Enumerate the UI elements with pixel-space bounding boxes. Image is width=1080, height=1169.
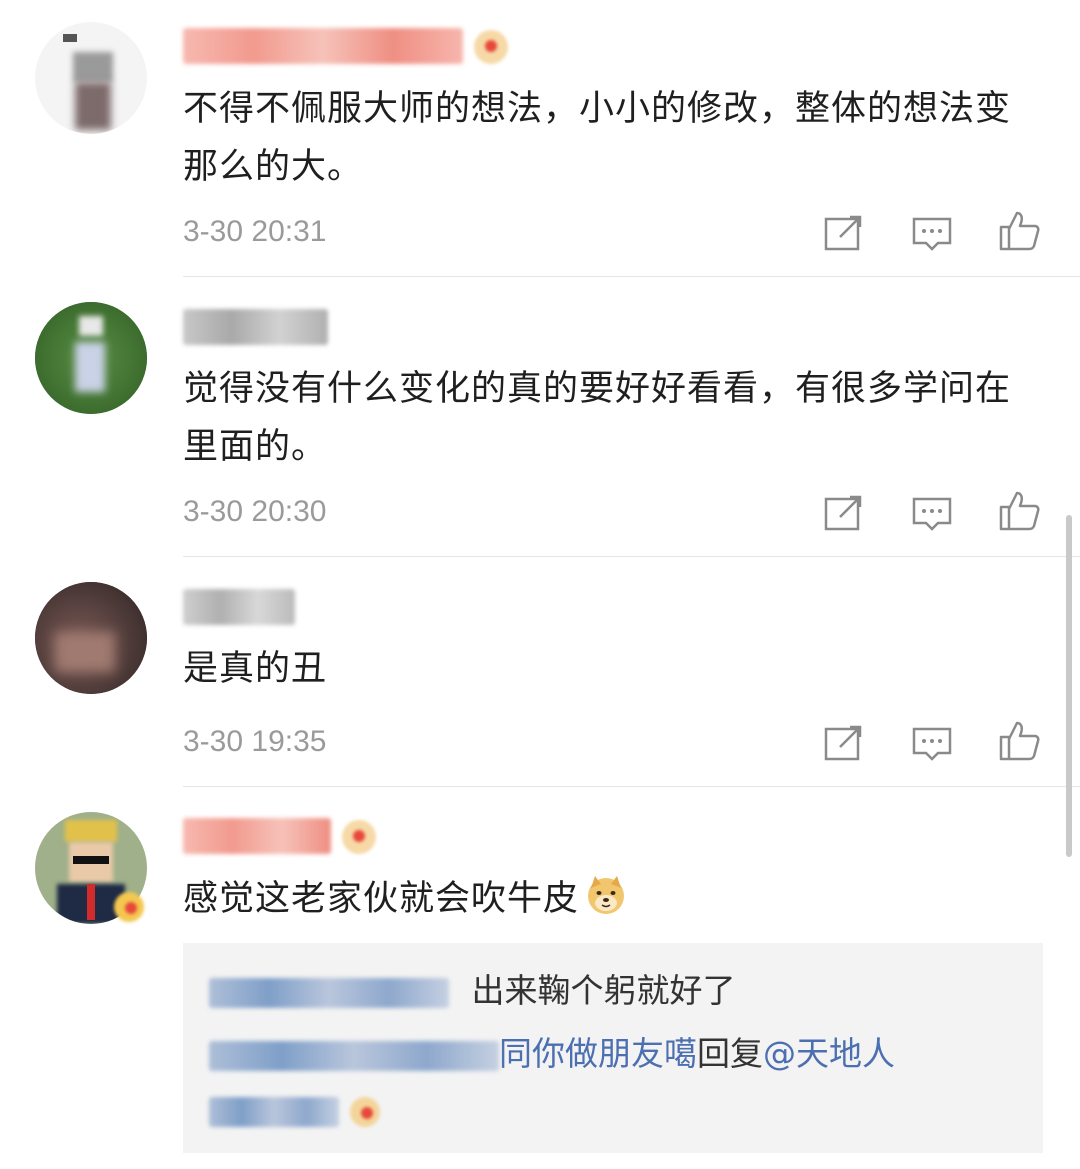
reply-item[interactable]: 同你做朋友噶回复@天地人 xyxy=(209,1029,895,1079)
share-icon[interactable] xyxy=(822,721,866,765)
username-blurred[interactable] xyxy=(183,309,328,345)
comment-text-content: 感觉这老家伙就会吹牛皮 xyxy=(183,879,580,919)
like-icon[interactable] xyxy=(997,209,1041,253)
comment-icon[interactable] xyxy=(910,721,954,765)
like-icon[interactable] xyxy=(997,719,1041,763)
comment-text: 是真的丑 xyxy=(183,649,328,689)
reply-continuation xyxy=(209,1085,380,1135)
username-blurred[interactable] xyxy=(183,28,463,64)
emoji-icon xyxy=(349,1096,380,1127)
scrollbar[interactable] xyxy=(1066,515,1072,857)
like-icon[interactable] xyxy=(997,489,1041,533)
vip-badge-icon xyxy=(114,892,144,922)
username-blurred[interactable] xyxy=(183,818,331,854)
avatar[interactable] xyxy=(35,582,147,694)
reply-username-blurred[interactable] xyxy=(209,1040,499,1071)
comment-time: 3-30 19:35 xyxy=(183,725,327,758)
comment-time: 3-30 20:30 xyxy=(183,495,327,528)
divider xyxy=(183,556,1080,557)
vip-badge-icon xyxy=(474,30,508,64)
reply-username-tail[interactable]: 同你做朋友噶 xyxy=(499,1034,697,1073)
reply-username-blurred xyxy=(209,1096,339,1127)
divider xyxy=(183,786,1080,787)
divider xyxy=(183,276,1080,277)
comment-text: 感觉这老家伙就会吹牛皮 xyxy=(183,870,1043,928)
reply-box[interactable]: 出来鞠个躬就好了 同你做朋友噶回复@天地人 xyxy=(183,943,1043,1153)
comment-icon[interactable] xyxy=(910,211,954,255)
vip-badge-icon xyxy=(342,820,376,854)
share-icon[interactable] xyxy=(822,491,866,535)
doge-emoji-icon xyxy=(585,874,627,916)
comment-time: 3-30 20:31 xyxy=(183,215,327,248)
comment-icon[interactable] xyxy=(910,491,954,535)
username-blurred[interactable] xyxy=(183,589,295,625)
comment-text: 不得不佩服大师的想法，小小的修改，整体的想法变那么的大。 xyxy=(183,89,1012,187)
reply-text: 出来鞠个躬就好了 xyxy=(471,971,736,1010)
comment-text: 觉得没有什么变化的真的要好好看看，有很多学问在里面的。 xyxy=(183,369,1012,467)
reply-item[interactable]: 出来鞠个躬就好了 xyxy=(209,966,736,1016)
reply-username-blurred[interactable] xyxy=(209,977,449,1008)
share-icon[interactable] xyxy=(822,211,866,255)
avatar[interactable] xyxy=(35,302,147,414)
reply-word: 回复 xyxy=(697,1034,763,1073)
mention-link[interactable]: @天地人 xyxy=(763,1034,895,1073)
avatar[interactable] xyxy=(35,22,147,134)
